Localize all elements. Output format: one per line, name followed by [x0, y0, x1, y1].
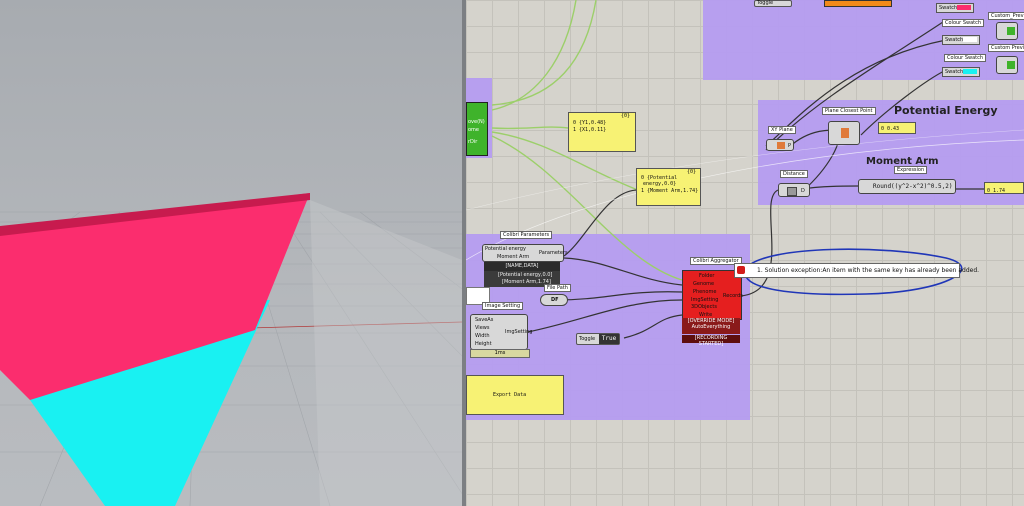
plane-closest-component[interactable]: [828, 121, 860, 145]
plane-closest-icon: [841, 128, 849, 138]
custom-preview-label-1: Custom_Preview: [988, 12, 1024, 20]
image-setting-output[interactable]: ImgSetting: [505, 329, 532, 335]
image-setting-title: Image Setting: [482, 302, 524, 310]
toggle-value: True: [599, 334, 619, 344]
expression-formula: Round((y^2-x^2)^0.5,2): [873, 183, 953, 190]
xy-plane-component[interactable]: P: [766, 139, 794, 151]
grasshopper-canvas[interactable]: ove(N) ome rDir {0} 0 {Y1,0.48} 1 {X1,0.…: [466, 0, 1024, 506]
potential-energy-title: Potential Energy: [894, 104, 998, 117]
colibri-params-component[interactable]: Potential energy Moment Arm Parameters: [482, 244, 568, 262]
error-balloon[interactable]: 1. Solution exception:An item with the s…: [734, 263, 979, 278]
aggregator-component[interactable]: Folder Genome Phenome ImgSetting 3DObjec…: [682, 270, 743, 320]
image-setting-footer: 1ms: [470, 349, 530, 358]
custom-preview-1-icon: [1007, 27, 1015, 35]
aggregator-override: [OVERRIDE MODE] AutoEverything: [682, 318, 740, 334]
error-message: 1. Solution exception:An item with the s…: [757, 267, 980, 274]
panel-small-value-text: 0 0.43: [881, 126, 900, 132]
colibri-params-title: Colibri Parameters: [500, 231, 553, 239]
panel-right-value-text: 0 1.74: [987, 188, 1006, 194]
toggle-label: Toggle: [579, 336, 596, 342]
aggregator-input-folder[interactable]: Folder: [699, 273, 714, 279]
distance-icon: [787, 187, 797, 196]
panel-values-mid[interactable]: {0} 0 {Potential energy,0.0} 1 {Moment A…: [636, 168, 701, 206]
image-setting-component[interactable]: SaveAs Views Width Height ImgSetting: [470, 314, 532, 350]
custom-preview-2[interactable]: [996, 56, 1018, 74]
colibri-params-input2[interactable]: Moment Arm: [497, 254, 529, 260]
expression-component[interactable]: Round((y^2-x^2)^0.5,2): [858, 179, 956, 194]
rhino-viewport[interactable]: [0, 0, 462, 506]
aggregator-input-phenome[interactable]: Phenome: [693, 289, 716, 295]
swatch-white[interactable]: Swatch: [942, 35, 980, 45]
colour-swatch-label-2: Colour Swatch: [944, 54, 987, 62]
export-data-panel[interactable]: Export Data: [466, 375, 564, 415]
image-setting-input-width[interactable]: Width: [475, 333, 490, 339]
aggregator-output-records[interactable]: Records: [723, 293, 743, 299]
top-orange-slider[interactable]: [824, 0, 892, 7]
xy-plane-icon: [777, 142, 785, 149]
panel-right-value[interactable]: 0 1.74: [984, 182, 1024, 194]
custom-preview-label-2: Custom Preview: [988, 44, 1024, 52]
left-partial-component[interactable]: ove(N) ome rDir: [466, 102, 488, 156]
custom-preview-2-icon: [1007, 61, 1015, 69]
panel-top-line2: 1 {X1,0.11}: [573, 127, 607, 133]
panel-mid-line2: energy,0.0}: [643, 181, 677, 187]
xy-plane-label: XY Plane: [768, 126, 796, 134]
custom-preview-1[interactable]: [996, 22, 1018, 40]
expression-label: Expression: [894, 166, 928, 174]
colibri-params-header-bar: [NAME,DATA]: [484, 262, 560, 271]
swatch-cyan-color: [963, 69, 977, 74]
panel-mid-header: {0}: [687, 169, 697, 175]
swatch-cyan[interactable]: Swatch: [942, 67, 980, 77]
viewport-scene: [0, 193, 462, 506]
file-path-glyph: DF: [551, 297, 559, 303]
swatch-red[interactable]: Swatch: [936, 3, 974, 13]
file-path-component[interactable]: DF: [540, 294, 568, 306]
colibri-params-output[interactable]: Parameters: [539, 250, 568, 256]
colibri-params-data-line1: [Potential energy,0.0]: [498, 272, 553, 278]
left-partial-line3: rDir: [468, 139, 478, 145]
image-setting-input-views[interactable]: Views: [475, 325, 489, 331]
colibri-params-input1[interactable]: Potential energy: [485, 246, 526, 252]
left-partial-line1: ove(N): [468, 119, 485, 125]
panel-top-line1: 0 {Y1,0.48}: [573, 120, 607, 126]
aggregator-input-imgsetting[interactable]: ImgSetting: [691, 297, 718, 303]
ghost-surface: [310, 200, 462, 506]
distance-label: Distance: [780, 170, 808, 178]
toggle-true[interactable]: Toggle True: [576, 333, 620, 345]
panel-small-value[interactable]: 0 0.43: [878, 122, 916, 134]
swatch-red-color: [957, 5, 971, 10]
image-setting-input-height[interactable]: Height: [475, 341, 492, 347]
aggregator-override-sub: AutoEverything: [691, 324, 731, 330]
swatch-cyan-label: Swatch: [945, 69, 964, 75]
panel-values-top[interactable]: {0} 0 {Y1,0.48} 1 {X1,0.11}: [568, 112, 636, 152]
swatch-red-label: Swatch: [939, 5, 958, 11]
top-toggle[interactable]: Toggle: [754, 0, 792, 7]
swatch-white-label: Swatch: [945, 37, 964, 43]
xy-plane-ports: P: [788, 143, 792, 149]
distance-ports: D: [801, 188, 805, 194]
image-setting-input-saveas[interactable]: SaveAs: [475, 317, 493, 323]
panel-mid-line3: 1 {Moment Arm,1.74}: [641, 188, 699, 194]
left-partial-line2: ome: [468, 127, 480, 133]
plane-closest-label: Plane Closest Point: [822, 107, 876, 115]
distance-component[interactable]: D: [778, 183, 810, 197]
aggregator-input-3dobjects[interactable]: 3DObjects: [691, 304, 717, 310]
error-icon: [737, 266, 745, 274]
swatch-white-color: [963, 37, 977, 42]
colour-swatch-label-1: Colour Swatch: [942, 19, 985, 27]
file-path-label: File Path: [544, 284, 571, 292]
top-toggle-label: Toggle: [757, 0, 774, 6]
panel-top-header: {0}: [621, 113, 631, 119]
export-data-label: Export Data: [493, 392, 527, 398]
aggregator-input-genome[interactable]: Genome: [693, 281, 714, 287]
aggregator-recording: [RECORDING STARTED]: [682, 335, 740, 347]
